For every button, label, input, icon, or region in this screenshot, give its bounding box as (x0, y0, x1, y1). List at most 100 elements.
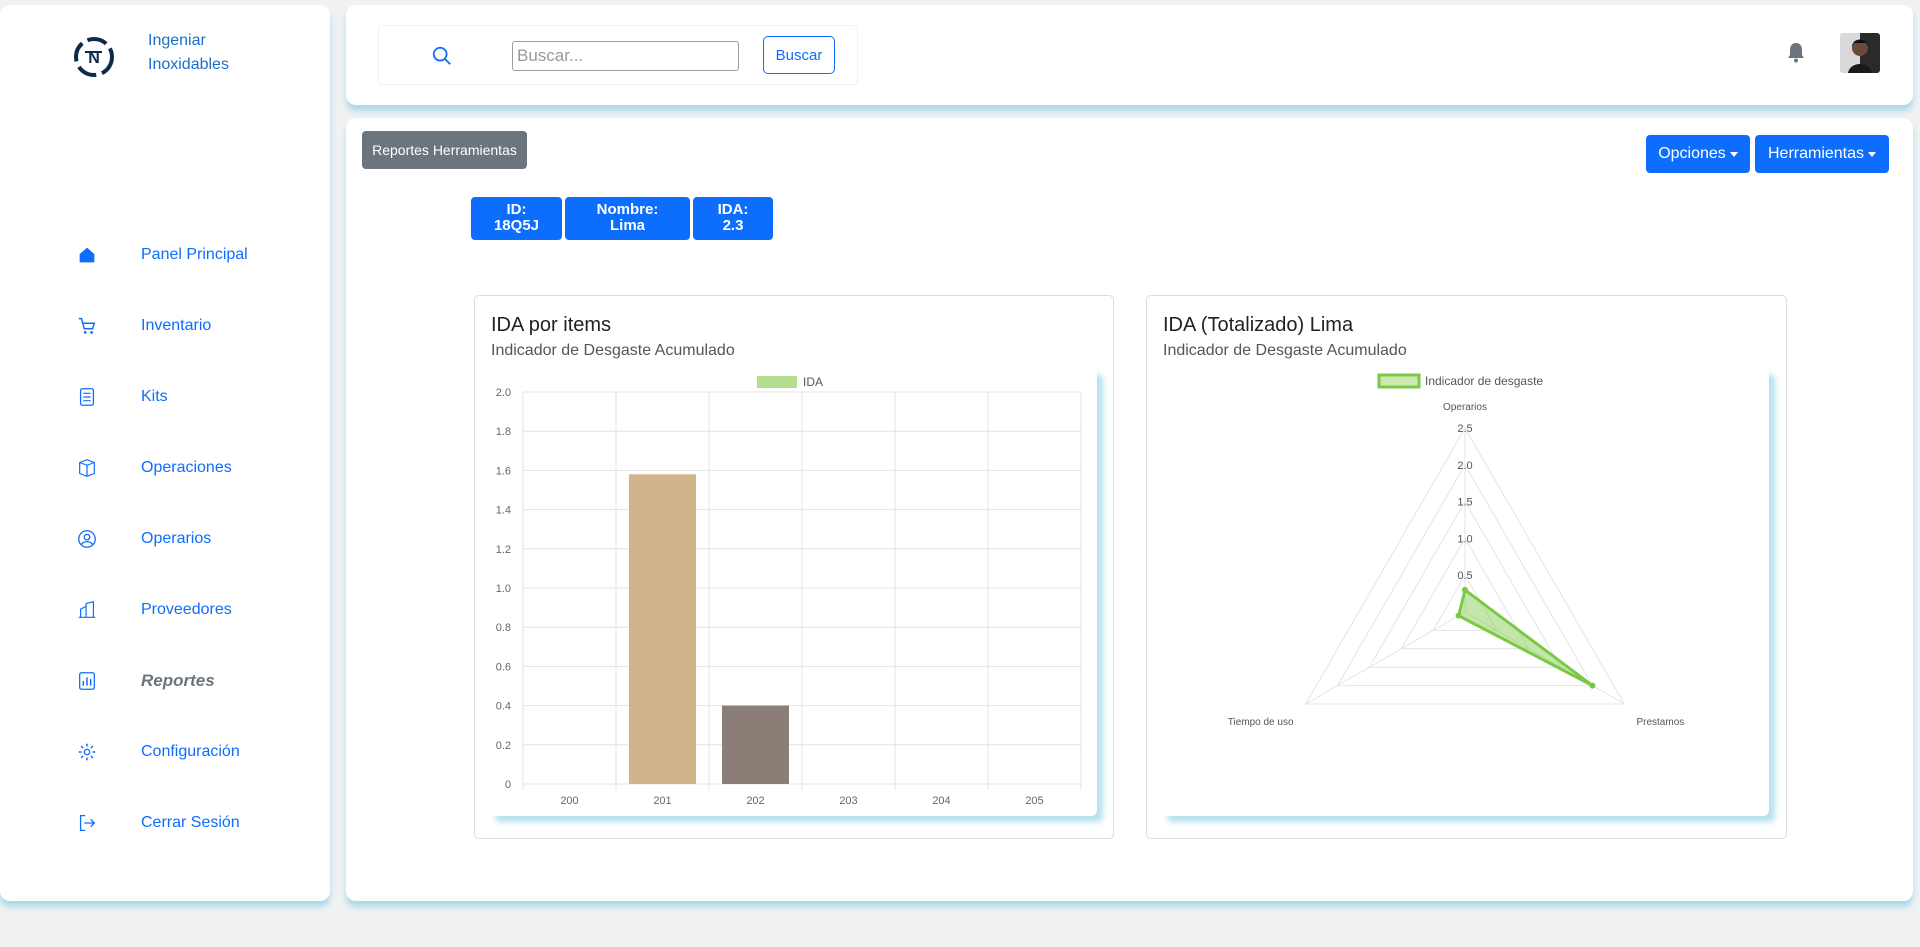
reportes-herramientas-button[interactable]: Reportes Herramientas (362, 131, 527, 169)
badge-value: 2.3 (722, 217, 744, 234)
sidebar-item-label: Operaciones (141, 459, 232, 476)
search-button[interactable]: Buscar (763, 36, 835, 74)
box-icon (75, 456, 99, 480)
radar-chart-container: Indicador de desgaste 0.5 1.0 1.5 2.0 2.5 Oper… (1161, 368, 1769, 816)
y-tick-label: 1.4 (496, 505, 511, 517)
ida-items-card: IDA por items Indicador de Desgaste Acum… (474, 295, 1114, 839)
gear-icon (75, 740, 99, 764)
checklist-icon (75, 385, 99, 409)
id-badge: ID: 18Q5J (471, 197, 562, 240)
card-subtitle: Indicador de Desgaste Acumulado (491, 342, 735, 359)
cart-icon (75, 314, 99, 338)
main-panel: Reportes Herramientas Opciones Herramien… (346, 118, 1913, 901)
x-tick-label: 202 (746, 795, 764, 807)
y-tick-label: 0.6 (496, 661, 511, 673)
sidebar-item-label: Configuración (141, 743, 240, 760)
legend-label: IDA (803, 375, 823, 389)
caret-down-icon (1868, 151, 1877, 157)
chart-legend: IDA (757, 375, 823, 389)
radar-axis-label: Tiempo de uso (1228, 717, 1294, 728)
x-tick-label: 200 (560, 795, 578, 807)
ida-badge: IDA: 2.3 (693, 197, 773, 240)
y-tick-label: 1.6 (496, 465, 511, 477)
r-tick-label: 0.5 (1457, 570, 1472, 582)
badge-label: Nombre: (596, 201, 659, 218)
sidebar-item-operarios[interactable]: Operarios (0, 519, 330, 559)
top-bar: Buscar (346, 5, 1913, 105)
y-tick-label: 0.2 (496, 740, 511, 752)
sidebar-item-operaciones[interactable]: Operaciones (0, 448, 330, 488)
bar (722, 705, 789, 784)
badge-value: 18Q5J (493, 217, 540, 234)
search-icon[interactable] (431, 45, 453, 67)
sidebar-item-cerrar-sesion[interactable]: Cerrar Sesión (0, 803, 330, 843)
avatar[interactable] (1840, 33, 1880, 73)
sidebar-item-proveedores[interactable]: Proveedores (0, 590, 330, 630)
sidebar-item-configuracion[interactable]: Configuración (0, 732, 330, 772)
x-tick-label: 201 (653, 795, 671, 807)
herramientas-label: Herramientas (1767, 145, 1865, 162)
sidebar-item-panel-principal[interactable]: Panel Principal (0, 235, 330, 275)
radar-data-point (1455, 612, 1462, 619)
y-tick-label: 0 (505, 779, 511, 791)
radar-axis-label: Operarios (1443, 402, 1487, 413)
logout-icon (75, 811, 99, 835)
sidebar-item-label: Operarios (141, 530, 212, 547)
chart-legend: Indicador de desgaste (1377, 373, 1543, 389)
y-tick-label: 0.8 (496, 622, 511, 634)
bar-chart-container: IDA 0 0.2 0.4 0.6 0.8 1.0 1.2 1.4 1.6 1.8 2.0 200 201… (489, 368, 1097, 816)
r-tick-label: 2.5 (1457, 423, 1472, 435)
y-tick-label: 1.2 (496, 544, 511, 556)
card-title: IDA (Totalizado) Lima (1163, 314, 1354, 336)
sidebar-item-kits[interactable]: Kits (0, 377, 330, 417)
x-tick-label: 204 (932, 795, 950, 807)
legend-swatch (757, 376, 797, 388)
home-icon (75, 243, 99, 267)
legend-label: Indicador de desgaste (1425, 374, 1543, 388)
x-tick-label: 205 (1025, 795, 1043, 807)
badge-value: Lima (609, 217, 645, 234)
badge-label: IDA: (717, 201, 749, 218)
bar-chart-icon (75, 669, 99, 693)
search-box: Buscar (378, 25, 858, 85)
bell-icon[interactable] (1786, 41, 1806, 63)
radar-data-point (1589, 682, 1596, 689)
opciones-label: Opciones (1658, 145, 1726, 162)
card-title: IDA por items (491, 314, 612, 336)
bar-chart: IDA 0 0.2 0.4 0.6 0.8 1.0 1.2 1.4 1.6 1.8 2.0 200 201… (496, 375, 1082, 807)
badge-label: ID: (506, 201, 527, 218)
sidebar: N Ingeniar Inoxidables Panel Principal I… (0, 5, 330, 901)
herramientas-dropdown-button[interactable]: Herramientas (1755, 135, 1889, 173)
y-tick-label: 1.0 (496, 583, 511, 595)
sidebar-item-inventario[interactable]: Inventario (0, 306, 330, 346)
avatar-image (1840, 33, 1880, 73)
y-tick-label: 2.0 (496, 387, 511, 399)
caret-down-icon (1729, 151, 1738, 157)
nombre-badge: Nombre: Lima (565, 197, 690, 240)
card-subtitle: Indicador de Desgaste Acumulado (1163, 342, 1407, 359)
brand-name: Ingeniar Inoxidables (148, 32, 229, 73)
y-tick-label: 0.4 (496, 701, 511, 713)
r-tick-label: 1.5 (1457, 497, 1472, 509)
r-tick-label: 2.0 (1457, 460, 1472, 472)
sidebar-item-reportes[interactable]: Reportes (0, 661, 330, 701)
radar-data-area (1456, 587, 1594, 687)
legend-swatch (1377, 373, 1421, 389)
radar-axis-label: Prestamos (1636, 717, 1684, 728)
bar (629, 474, 696, 784)
brand[interactable]: N Ingeniar Inoxidables (72, 32, 229, 79)
search-input[interactable] (512, 41, 739, 71)
ida-total-card: IDA (Totalizado) Lima Indicador de Desga… (1146, 295, 1787, 839)
building-icon (75, 598, 99, 622)
sidebar-item-label: Proveedores (141, 601, 232, 618)
brand-logo-icon: N (74, 37, 114, 77)
y-tick-label: 1.8 (496, 426, 511, 438)
x-tick-label: 203 (839, 795, 857, 807)
sidebar-item-label: Reportes (141, 671, 215, 690)
opciones-dropdown-button[interactable]: Opciones (1646, 135, 1750, 173)
sidebar-item-label: Panel Principal (141, 246, 248, 263)
sidebar-item-label: Cerrar Sesión (141, 814, 240, 831)
user-circle-icon (75, 527, 99, 551)
radar-spoke (1305, 611, 1466, 705)
radar-data-point (1462, 586, 1468, 593)
